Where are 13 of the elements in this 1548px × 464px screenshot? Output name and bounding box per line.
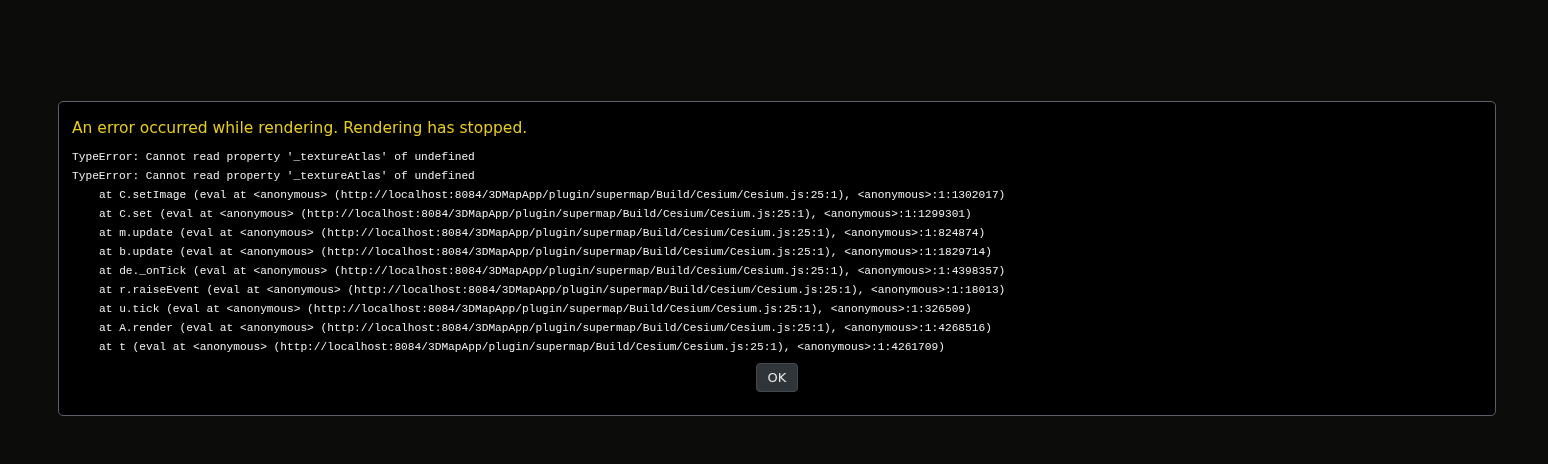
- stack-frame: at C.set (eval at <anonymous> (http://localhost:8084/3DMapApp/plugin/supermap/Build/Cesium/Cesium.js:25:1), <anonymous>:1:1299301): [99, 205, 972, 224]
- stack-frame: at r.raiseEvent (eval at <anonymous> (http://localhost:8084/3DMapApp/plugin/supermap/Build/Cesium/Cesium.js:25:1), <anonymous>:1:18013): [99, 281, 1006, 300]
- error-message: TypeError: Cannot read property '_textureAtlas' of undefined: [72, 169, 475, 184]
- dialog-title: An error occurred while rendering. Rendering has stopped.: [72, 118, 529, 139]
- ok-button[interactable]: OK: [755, 363, 799, 392]
- stack-frame: at C.setImage (eval at <anonymous> (http://localhost:8084/3DMapApp/plugin/supermap/Build/Cesium/Cesium.js:25:1), <anonymous>:1:1302017): [99, 186, 1006, 205]
- stack-frame: at m.update (eval at <anonymous> (http://localhost:8084/3DMapApp/plugin/supermap/Build/Cesium/Cesium.js:25:1), <anonymous>:1:824874): [99, 224, 986, 243]
- stack-frame: at u.tick (eval at <anonymous> (http://localhost:8084/3DMapApp/plugin/supermap/Build/Cesium/Cesium.js:25:1), <anonymous>:1:326509): [99, 300, 972, 319]
- stack-frame: at b.update (eval at <anonymous> (http://localhost:8084/3DMapApp/plugin/supermap/Build/Cesium/Cesium.js:25:1), <anonymous>:1:1829714): [99, 243, 992, 262]
- stack-frame: at A.render (eval at <anonymous> (http://localhost:8084/3DMapApp/plugin/supermap/Build/Cesium/Cesium.js:25:1), <anonymous>:1:4268516): [99, 319, 992, 338]
- stack-frame: at t (eval at <anonymous> (http://localhost:8084/3DMapApp/plugin/supermap/Build/Cesium/Cesium.js:25:1), <anonymous>:1:4261709): [99, 338, 945, 357]
- error-message: TypeError: Cannot read property '_textureAtlas' of undefined: [72, 150, 475, 165]
- stack-frame: at de._onTick (eval at <anonymous> (http://localhost:8084/3DMapApp/plugin/supermap/Build/Cesium/Cesium.js:25:1), <anonymous>:1:4398357): [99, 262, 1006, 281]
